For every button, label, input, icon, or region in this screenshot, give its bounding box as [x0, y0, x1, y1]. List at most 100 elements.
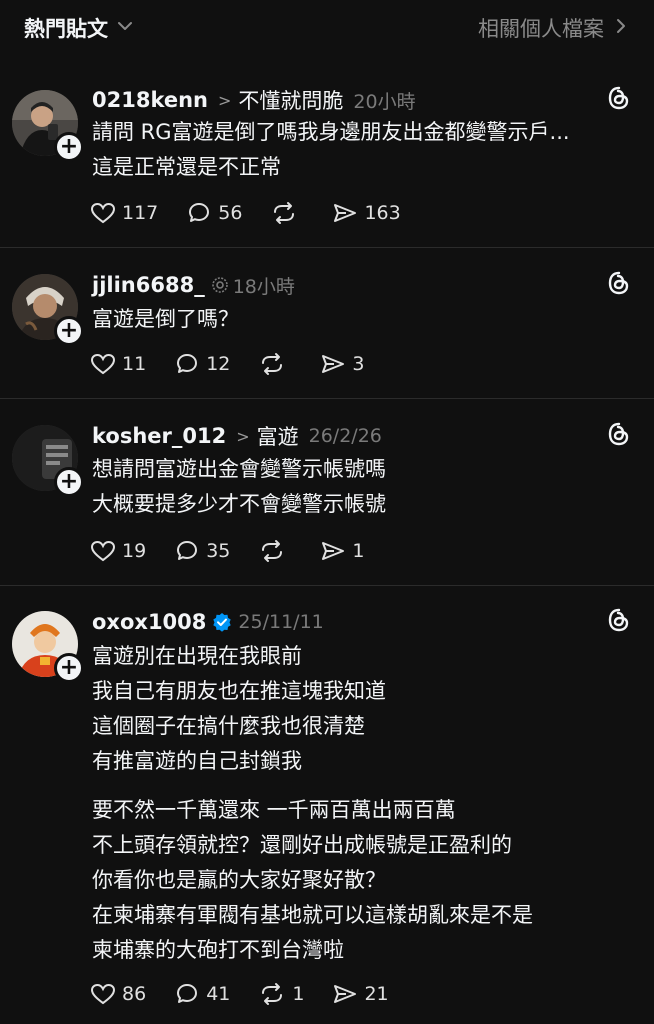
threads-ring-icon — [211, 276, 229, 294]
avatar-container: + — [12, 611, 84, 683]
heart-icon — [90, 540, 116, 562]
username[interactable]: kosher_012 — [92, 424, 226, 448]
repost-icon — [262, 353, 283, 375]
post-text-line: 我自己有朋友也在推這塊我知道 — [92, 679, 386, 703]
post-text-line: 大概要提多少才不會變警示帳號 — [92, 492, 386, 516]
follow-button[interactable]: + — [54, 653, 84, 683]
post-text-line: 富遊是倒了嗎？ — [92, 307, 239, 331]
send-icon — [334, 204, 357, 222]
post-text-line: 請問 RG富遊是倒了嗎我身邊朋友出金都變警示戶... — [92, 120, 570, 144]
like-count: 117 — [122, 202, 159, 224]
reply-count: 35 — [206, 540, 231, 562]
post-text-line: 這是正常還是不正常 — [92, 155, 281, 179]
heart-icon — [90, 202, 116, 224]
send-icon — [334, 985, 357, 1003]
follow-button[interactable]: + — [54, 132, 84, 162]
reply-count: 12 — [206, 353, 231, 375]
post-item[interactable]: + oxox1008 25/11/11 富遊別在出現在我眼前 我自己有朋友也在推… — [0, 607, 654, 1024]
related-profiles-label: 相關個人檔案 — [478, 17, 604, 41]
reply-count: 56 — [218, 202, 243, 224]
threads-logo-icon[interactable] — [606, 270, 632, 296]
share-button[interactable]: 3 — [320, 352, 364, 376]
post-text-line: 這個圈子在搞什麼我也很清楚 — [92, 714, 365, 738]
post-header: jjlin6688_ 18小時 — [92, 270, 295, 300]
reply-button[interactable]: 41 — [174, 982, 230, 1006]
reply-icon — [177, 541, 198, 560]
avatar-container: + — [12, 425, 84, 497]
post-time: 20小時 — [353, 90, 416, 113]
share-button[interactable]: 1 — [320, 539, 364, 563]
reply-button[interactable]: 12 — [174, 352, 230, 376]
avatar-container: + — [12, 90, 84, 162]
reply-count: 41 — [206, 983, 231, 1005]
reply-icon — [189, 203, 210, 222]
post-time: 26/2/26 — [308, 425, 382, 447]
username[interactable]: 0218kenn — [92, 88, 208, 112]
post-item[interactable]: + jjlin6688_ 18小時 富遊是倒了嗎？ 11 12 3 — [0, 270, 654, 399]
post-text-line: 柬埔寨的大砲打不到台灣啦 — [92, 938, 344, 962]
heart-icon — [90, 353, 116, 375]
share-count: 1 — [352, 540, 365, 562]
threads-logo-icon[interactable] — [606, 421, 632, 447]
action-bar: 117 56 163 — [90, 197, 429, 229]
threads-logo-icon[interactable] — [606, 607, 632, 633]
reply-icon — [177, 984, 198, 1003]
share-button[interactable]: 163 — [332, 201, 401, 225]
repost-icon — [262, 983, 283, 1005]
like-button[interactable]: 117 — [90, 201, 158, 225]
post-time: 25/11/11 — [238, 611, 324, 633]
post-item[interactable]: + 0218kenn > 不懂就問脆 20小時 請問 RG富遊是倒了嗎我身邊朋友… — [0, 85, 654, 248]
reply-button[interactable]: 35 — [174, 539, 230, 563]
repost-button[interactable] — [270, 201, 304, 225]
related-profiles-link[interactable]: 相關個人檔案 — [478, 13, 628, 43]
post-text-line: 想請問富遊出金會變警示帳號嗎 — [92, 457, 386, 481]
share-count: 163 — [364, 202, 401, 224]
repost-icon — [274, 202, 295, 224]
action-bar: 19 35 1 — [90, 535, 392, 567]
repost-button[interactable]: 1 — [258, 982, 304, 1006]
post-text-line: 要不然一千萬還來 一千兩百萬出兩百萬 — [92, 798, 456, 822]
like-count: 19 — [122, 540, 147, 562]
follow-button[interactable]: + — [54, 467, 84, 497]
heart-icon — [90, 983, 116, 1005]
verified-badge-icon — [212, 612, 232, 632]
post-header: oxox1008 25/11/11 — [92, 607, 324, 637]
share-count: 3 — [352, 353, 365, 375]
follow-button[interactable]: + — [54, 316, 84, 346]
topic-tag[interactable]: 不懂就問脆 — [238, 85, 343, 115]
like-button[interactable]: 19 — [90, 539, 146, 563]
send-icon — [322, 355, 345, 373]
post-item[interactable]: + kosher_012 > 富遊 26/2/26 想請問富遊出金會變警示帳號嗎… — [0, 421, 654, 586]
repost-button[interactable] — [258, 352, 292, 376]
post-header: 0218kenn > 不懂就問脆 20小時 — [92, 85, 416, 115]
feed-selector[interactable]: 熱門貼文 — [24, 13, 134, 43]
action-bar: 86 41 1 21 — [90, 978, 417, 1010]
post-text-spacer — [92, 779, 614, 793]
chevron-right-icon — [614, 16, 628, 40]
post-body: 富遊別在出現在我眼前 我自己有朋友也在推這塊我知道 這個圈子在搞什麼我也很清楚 … — [92, 639, 614, 968]
like-button[interactable]: 11 — [90, 352, 146, 376]
post-time: 18小時 — [232, 275, 295, 298]
threads-logo-icon[interactable] — [606, 85, 632, 111]
topic-tag[interactable]: 富遊 — [257, 421, 299, 451]
post-text-line: 在柬埔寨有軍閥有基地就可以這樣胡亂來是不是 — [92, 903, 533, 927]
post-header: kosher_012 > 富遊 26/2/26 — [92, 421, 382, 451]
username[interactable]: oxox1008 — [92, 610, 206, 634]
like-count: 86 — [122, 983, 147, 1005]
repost-count: 1 — [292, 983, 305, 1005]
post-text-line: 你看你也是贏的大家好聚好散？ — [92, 868, 386, 892]
like-button[interactable]: 86 — [90, 982, 146, 1006]
repost-button[interactable] — [258, 539, 292, 563]
username[interactable]: jjlin6688_ — [92, 273, 205, 297]
share-button[interactable]: 21 — [332, 982, 389, 1006]
action-bar: 11 12 3 — [90, 348, 392, 380]
send-icon — [322, 542, 345, 560]
post-text-line: 富遊別在出現在我眼前 — [92, 644, 302, 668]
avatar-container: + — [12, 274, 84, 346]
post-text-line: 有推富遊的自己封鎖我 — [92, 749, 302, 773]
top-bar: 熱門貼文 相關個人檔案 — [0, 0, 654, 60]
reply-button[interactable]: 56 — [186, 201, 242, 225]
post-text-line: 不上頭存領就控？還剛好出成帳號是正盈利的 — [92, 833, 512, 857]
post-body: 富遊是倒了嗎？ — [92, 302, 614, 337]
chevron-down-icon — [116, 16, 134, 40]
